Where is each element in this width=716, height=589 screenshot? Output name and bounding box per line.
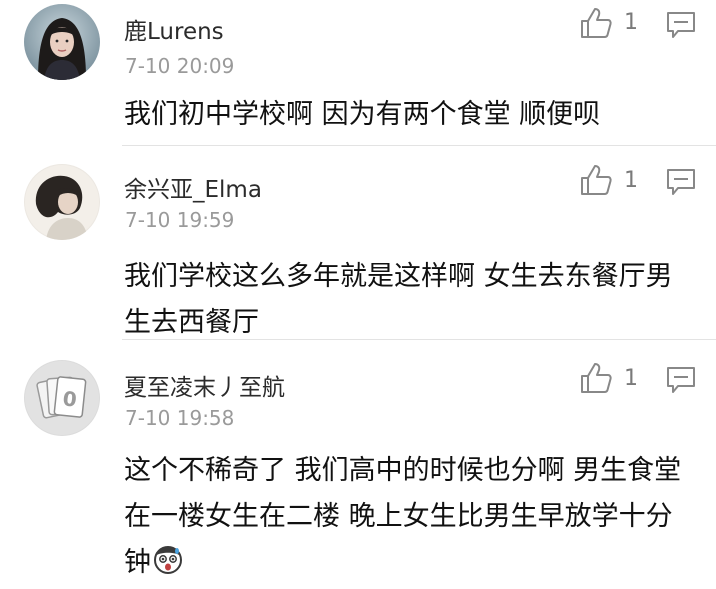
svg-text:0: 0 <box>62 386 78 411</box>
comment-item: 余兴亚_Elma 7-10 19:59 我们学校这么多年就是这样啊 女生去东餐厅… <box>0 146 716 340</box>
comment-bubble-icon <box>667 169 695 195</box>
timestamp: 7-10 19:59 <box>125 208 235 232</box>
avatar[interactable] <box>24 4 100 80</box>
avatar[interactable] <box>24 164 100 240</box>
avatar[interactable]: 0 <box>24 360 100 436</box>
surprised-face-emoji <box>153 544 183 574</box>
username[interactable]: 鹿Lurens <box>124 12 224 46</box>
like-button[interactable] <box>578 162 614 198</box>
comment-text-content: 这个不稀奇了 我们高中的时候也分啊 男生食堂在一楼女生在二楼 晚上女生比男生早放… <box>124 455 682 578</box>
thumbs-up-icon <box>581 363 612 393</box>
comment-bubble-icon <box>667 12 695 38</box>
reply-button[interactable] <box>666 168 696 196</box>
comment-item: 鹿Lurens 7-10 20:09 我们初中学校啊 因为有两个食堂 顺便呗 1 <box>0 0 716 146</box>
comment-text: 我们初中学校啊 因为有两个食堂 顺便呗 <box>124 99 601 130</box>
reply-button[interactable] <box>666 366 696 394</box>
like-button[interactable] <box>578 360 614 396</box>
like-button[interactable] <box>578 5 614 41</box>
reply-button[interactable] <box>666 11 696 39</box>
comment-text: 我们学校这么多年就是这样啊 女生去东餐厅男生去西餐厅 <box>124 261 673 338</box>
thumbs-up-icon <box>581 8 612 38</box>
comment-item: 0 夏至凌末丿至航 7-10 19:58 这个不稀奇了 我们高中的时候也分啊 男… <box>0 340 716 589</box>
woman-profile-portrait-icon <box>24 164 100 240</box>
comment-bubble-icon <box>667 367 695 393</box>
username[interactable]: 余兴亚_Elma <box>124 170 262 204</box>
like-count: 1 <box>624 168 638 193</box>
like-count: 1 <box>624 366 638 391</box>
uno-cards-icon: 0 <box>24 360 100 436</box>
thumbs-up-icon <box>581 165 612 195</box>
like-count: 1 <box>624 10 638 35</box>
timestamp: 7-10 19:58 <box>125 406 235 430</box>
woman-portrait-icon <box>24 4 100 80</box>
comment-text: 这个不稀奇了 我们高中的时候也分啊 男生食堂在一楼女生在二楼 晚上女生比男生早放… <box>124 448 694 586</box>
timestamp: 7-10 20:09 <box>125 54 235 78</box>
username[interactable]: 夏至凌末丿至航 <box>124 368 285 402</box>
